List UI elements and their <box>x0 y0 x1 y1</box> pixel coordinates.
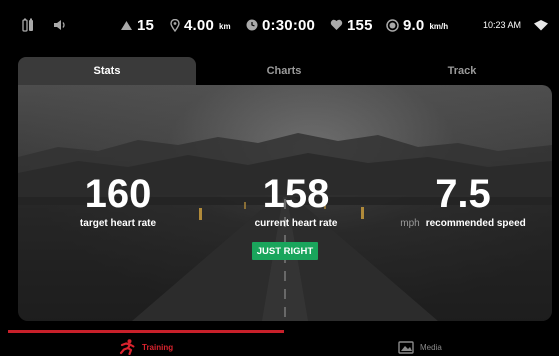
nav-training[interactable]: Training <box>118 338 173 356</box>
speaker-icon <box>53 19 67 31</box>
volume-control[interactable] <box>53 0 67 50</box>
nav-training-label: Training <box>142 342 174 352</box>
tab-charts-label: Charts <box>266 65 302 77</box>
duration-readout: 0:30:00 <box>246 0 315 50</box>
wifi-icon <box>534 19 548 31</box>
current-heart-rate-label: current heart rate <box>254 218 338 229</box>
battery-icon <box>22 18 34 32</box>
recommended-speed-label: recommended speed <box>425 218 526 229</box>
nav-media[interactable]: Media <box>398 338 442 356</box>
tab-track-label: Track <box>447 65 477 77</box>
speed-unit: km/h <box>429 22 449 31</box>
stats-panel: 160 target heart rate 158 current heart … <box>18 85 552 321</box>
media-icon <box>398 340 414 354</box>
speedometer-icon <box>386 18 399 32</box>
tab-track[interactable]: Track <box>372 57 552 85</box>
wifi-status[interactable] <box>534 0 548 50</box>
clock-readout: 10:23 AM <box>483 0 521 50</box>
clock-time: 10:23 AM <box>483 20 522 30</box>
incline-readout: 15 <box>120 0 154 50</box>
target-heart-rate-value: 160 <box>84 172 152 216</box>
incline-value: 15 <box>137 16 155 34</box>
recommended-speed-value: 7.5 <box>435 172 491 216</box>
treadmill-screen: 15 4.00 km 0:30:00 155 9.0 km/h 10:23 AM… <box>0 0 559 356</box>
recommended-speed-label-row: mph recommended speed <box>378 218 548 229</box>
location-pin-icon <box>170 18 180 32</box>
speed-readout: 9.0 km/h <box>386 0 448 50</box>
heart-rate-value: 155 <box>347 16 373 34</box>
status-badge: JUST RIGHT <box>252 242 318 260</box>
distance-unit: km <box>219 22 231 31</box>
tab-stats[interactable]: Stats <box>18 57 196 85</box>
clock-icon <box>246 19 258 31</box>
distance-readout: 4.00 km <box>170 0 231 50</box>
target-heart-rate-stat: 160 target heart rate <box>58 173 178 229</box>
duration-value: 0:30:00 <box>262 16 316 34</box>
speed-value: 9.0 <box>403 16 425 34</box>
nav-media-label: Media <box>420 342 442 352</box>
current-heart-rate-stat: 158 current heart rate <box>226 173 366 229</box>
current-heart-rate-value: 158 <box>262 172 330 216</box>
bottom-nav <box>0 330 559 356</box>
incline-icon <box>120 20 133 31</box>
recommended-speed-unit: mph <box>400 218 420 229</box>
distance-value: 4.00 <box>184 16 214 34</box>
status-bar: 15 4.00 km 0:30:00 155 9.0 km/h 10:23 AM <box>0 0 559 50</box>
heart-icon <box>330 19 343 31</box>
recommended-speed-stat: 7.5 mph recommended speed <box>378 173 548 229</box>
heart-rate-readout: 155 <box>330 0 373 50</box>
runner-icon <box>118 339 136 355</box>
target-heart-rate-label: target heart rate <box>79 218 157 229</box>
active-tab-indicator <box>8 330 284 333</box>
battery-status[interactable] <box>22 0 34 50</box>
tab-charts[interactable]: Charts <box>196 57 372 85</box>
tab-stats-label: Stats <box>93 65 121 77</box>
